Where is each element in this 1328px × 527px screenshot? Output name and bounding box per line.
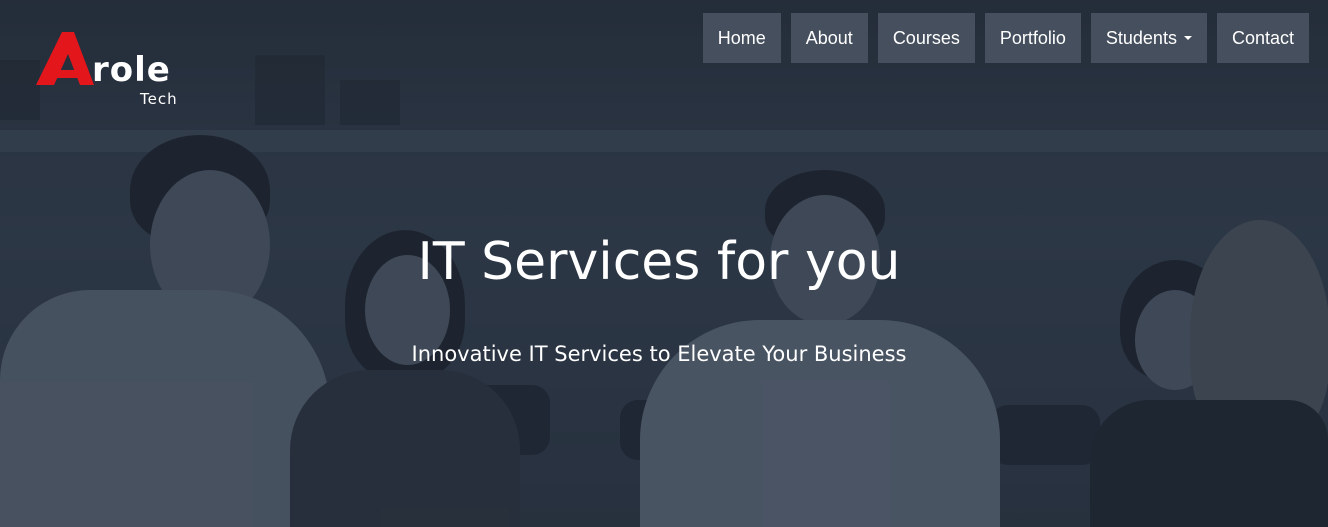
nav-item-label: Contact: [1231, 27, 1294, 48]
nav-item-portfolio[interactable]: Portfolio: [984, 13, 1081, 63]
nav-item-label: About: [805, 27, 853, 48]
nav-item-label: Portfolio: [999, 27, 1066, 48]
brand-logo[interactable]: role Tech: [36, 30, 196, 110]
hero-subtitle: Innovative IT Services to Elevate Your B…: [411, 342, 907, 366]
nav-item-about[interactable]: About: [790, 13, 868, 63]
nav-item-students-dropdown[interactable]: Students: [1090, 13, 1207, 63]
caret-down-icon: [1183, 36, 1192, 40]
hero-section: role Tech Home About Courses Portfolio S…: [0, 0, 1328, 527]
nav-item-label: Courses: [892, 27, 960, 48]
nav-item-label: Students: [1105, 27, 1177, 48]
nav-item-contact[interactable]: Contact: [1216, 13, 1309, 63]
logo-a-mark-icon: [36, 32, 94, 85]
logo-wordmark: role: [92, 50, 171, 90]
hero-title: IT Services for you: [417, 232, 901, 292]
nav-item-courses[interactable]: Courses: [877, 13, 975, 63]
logo-tagline: Tech: [140, 90, 178, 108]
main-navigation: Home About Courses Portfolio Students Co…: [702, 13, 1309, 63]
nav-item-label: Home: [717, 27, 766, 48]
nav-item-home[interactable]: Home: [702, 13, 781, 63]
